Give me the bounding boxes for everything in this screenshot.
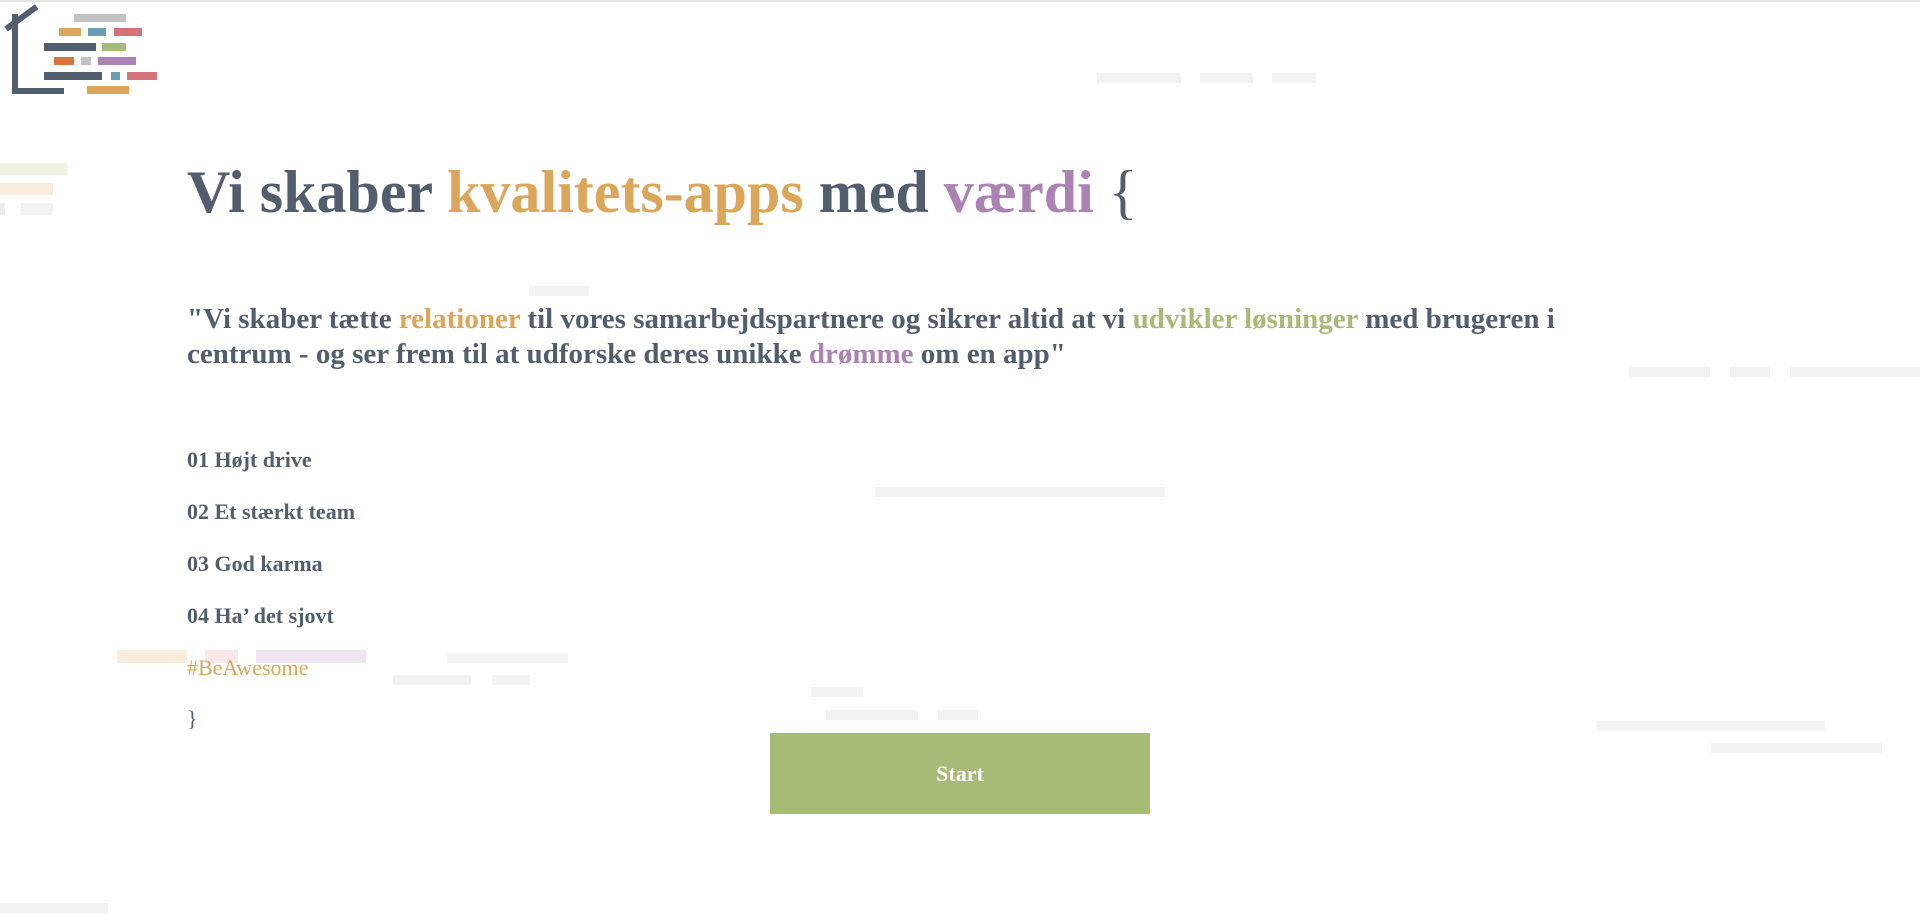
background-dash [0, 203, 5, 215]
value-item-team: 02 Et stærkt team [187, 499, 356, 524]
background-dash [1730, 367, 1770, 377]
background-dash [1597, 721, 1825, 731]
logo-bar [98, 57, 136, 65]
logo-bar [74, 14, 126, 22]
background-dash [0, 163, 67, 175]
quote-highlight-dreams: drømme [808, 338, 914, 370]
title-brace: { [1093, 159, 1138, 225]
logo[interactable] [4, 4, 162, 96]
background-dash [1272, 73, 1316, 83]
background-dash [117, 650, 187, 663]
logo-bar [44, 72, 102, 80]
page-title: Vi skaber kvalitets-apps med værdi { [187, 155, 1138, 229]
background-dash [1711, 743, 1882, 753]
background-dash [447, 653, 568, 663]
quote-text: "Vi skaber tætte [187, 303, 399, 335]
top-divider [0, 0, 1920, 2]
background-dash [875, 487, 1165, 497]
background-dash [0, 903, 108, 913]
logo-bar [88, 28, 106, 36]
title-highlight-value: værdi [943, 159, 1094, 225]
logo-bar [127, 72, 157, 80]
title-text: Vi skaber [187, 159, 448, 225]
quote-text: om en app" [913, 338, 1066, 370]
background-dash [1097, 73, 1181, 83]
closing-brace: } [187, 706, 198, 731]
background-dash [938, 710, 978, 720]
logo-bar [114, 28, 142, 36]
value-item-karma: 03 God karma [187, 551, 323, 576]
quote-text: til vores samarbejdspartnere og sikrer a… [520, 303, 1133, 335]
values-list: 01 Højt drive 02 Et stærkt team 03 God k… [187, 443, 355, 651]
quote-highlight-relations: relationer [398, 303, 521, 335]
background-dash [393, 675, 471, 685]
logo-bar [111, 72, 120, 80]
title-text: med [803, 159, 944, 225]
background-dash [811, 687, 863, 697]
value-item-drive: 01 Højt drive [187, 447, 312, 472]
logo-bar [44, 43, 96, 51]
title-highlight-quality-apps: kvalitets-apps [447, 159, 804, 225]
value-item-fun: 04 Ha’ det sjovt [187, 603, 334, 628]
background-dash [529, 286, 589, 296]
logo-bar [59, 28, 81, 36]
logo-bar [54, 57, 74, 65]
logo-bar [87, 86, 129, 94]
background-dash [21, 203, 53, 215]
background-dash [1790, 367, 1920, 377]
hashtag: #BeAwesome [187, 655, 309, 680]
logo-corner [12, 14, 64, 94]
logo-bar [102, 43, 126, 51]
start-button[interactable]: Start [770, 733, 1150, 814]
background-dash [826, 710, 918, 720]
background-dash [1629, 367, 1710, 377]
logo-bar [81, 57, 91, 65]
mission-quote: "Vi skaber tætte relationer til vores sa… [187, 302, 1627, 372]
background-dash [0, 183, 53, 195]
quote-highlight-solutions: udvikler løsninger [1132, 303, 1358, 335]
background-dash [1200, 73, 1253, 83]
background-dash [492, 675, 530, 685]
